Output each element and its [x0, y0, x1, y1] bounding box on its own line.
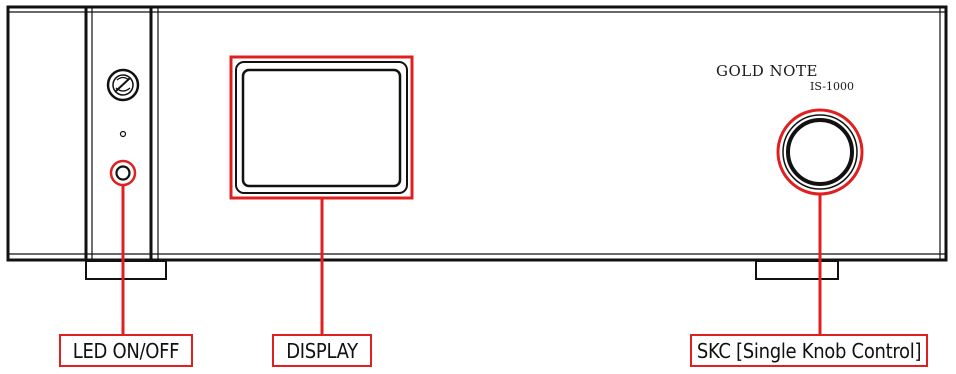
- knob-callout-label: SKC [Single Knob Control]: [690, 334, 928, 367]
- brand-name: GOLD NOTE: [716, 62, 818, 80]
- right-foot: [755, 260, 839, 280]
- left-foot: [85, 260, 167, 280]
- front-panel-drawing: [6, 5, 948, 335]
- model-name: IS-1000: [810, 80, 854, 93]
- display-screen: [241, 68, 402, 188]
- skc-knob[interactable]: [786, 118, 854, 186]
- led-callout-label: LED ON/OFF: [59, 334, 193, 367]
- display-callout-label: DISPLAY: [272, 334, 372, 367]
- no-symbol-icon: [106, 68, 140, 102]
- front-panel-diagram: GOLD NOTE IS-1000 LED ON/OFF DISPLAY SKC…: [0, 0, 956, 370]
- led-button[interactable]: [115, 165, 131, 181]
- led-indicator: [119, 130, 127, 138]
